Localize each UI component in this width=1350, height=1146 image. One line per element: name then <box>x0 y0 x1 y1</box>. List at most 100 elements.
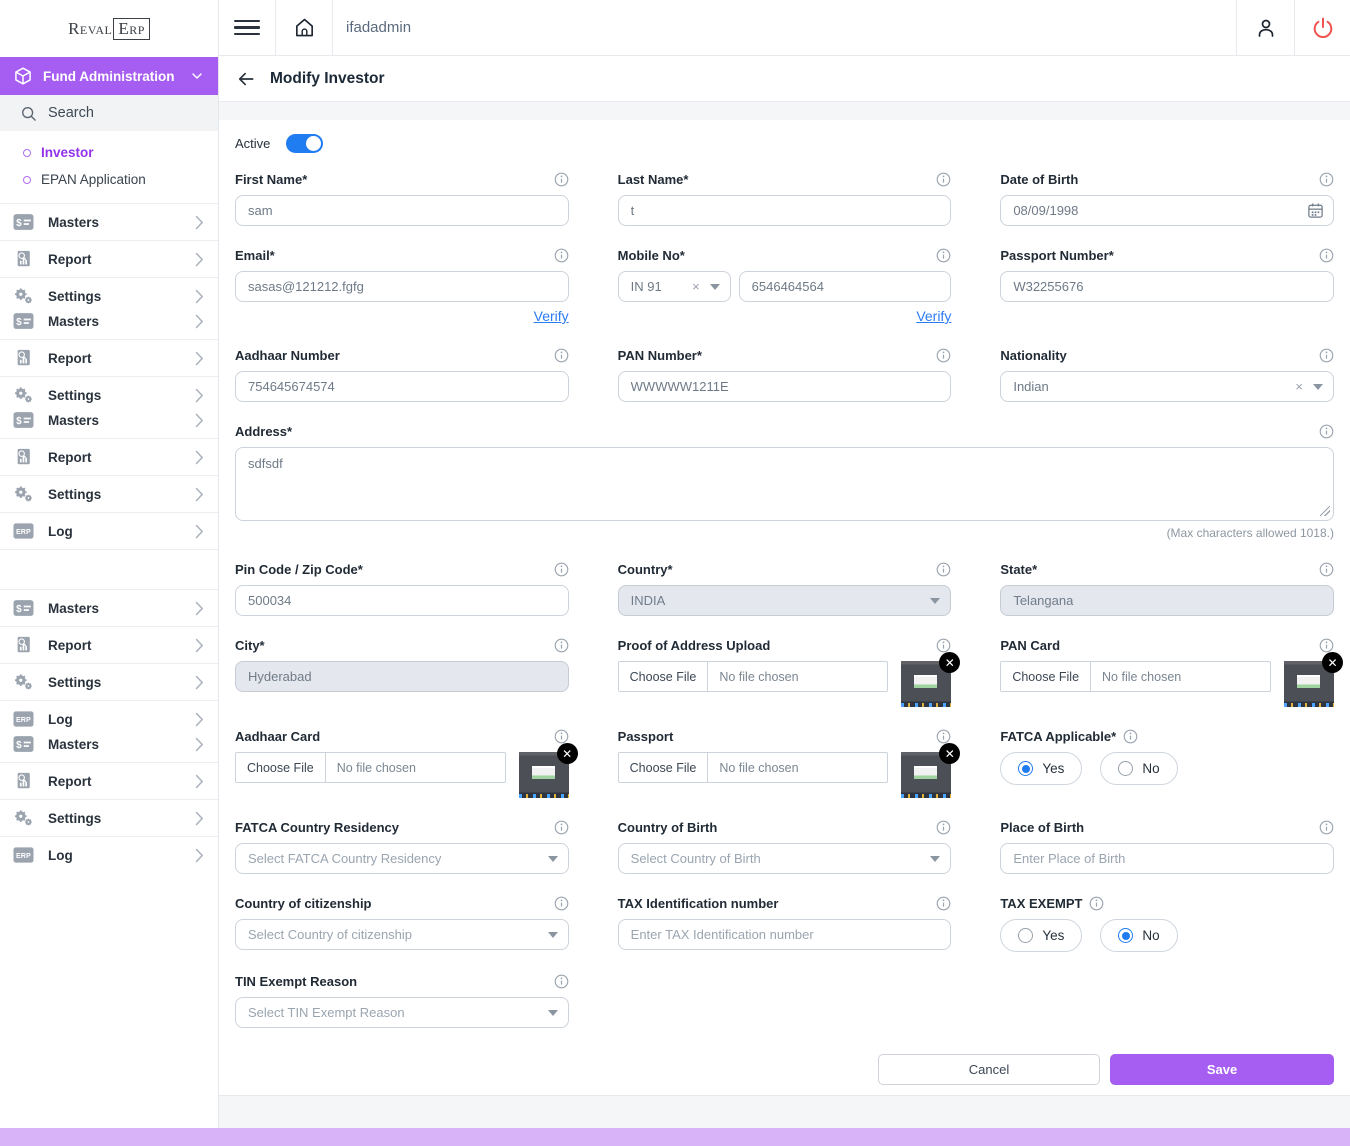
first-name-input[interactable] <box>235 195 569 226</box>
save-button[interactable]: Save <box>1110 1054 1334 1085</box>
sidebar-item-masters[interactable]: Masters <box>13 411 204 429</box>
settings-icon <box>13 809 34 827</box>
sidebar-item-settings[interactable]: Settings <box>13 386 204 404</box>
pan-number-input[interactable] <box>618 371 952 402</box>
chevron-down-icon <box>189 68 205 84</box>
clear-icon[interactable]: × <box>1295 379 1303 394</box>
sidebar-item-settings[interactable]: Settings <box>0 475 218 512</box>
cancel-button[interactable]: Cancel <box>878 1054 1100 1085</box>
sidebar-item-report[interactable]: Report <box>0 240 218 277</box>
pincode-input[interactable] <box>235 585 569 616</box>
passport-file-input[interactable]: Choose File No file chosen <box>618 752 889 783</box>
active-toggle[interactable] <box>286 134 323 153</box>
chevron-right-icon <box>195 601 204 616</box>
fatca-yes-radio[interactable]: Yes <box>1000 752 1082 785</box>
pincode-label: Pin Code / Zip Code* <box>235 562 363 577</box>
logout-button[interactable] <box>1294 0 1350 55</box>
country-of-birth-select[interactable]: Select Country of Birth <box>618 843 952 874</box>
sidebar-item-log[interactable]: Log <box>0 836 218 873</box>
passport-thumbnail[interactable]: ✕ <box>901 752 951 798</box>
remove-file-icon[interactable]: ✕ <box>939 652 960 673</box>
citizenship-select[interactable]: Select Country of citizenship <box>235 919 569 950</box>
sidebar-item-masters[interactable]: Masters <box>13 735 204 753</box>
sidebar-group-settings-masters: Settings Masters <box>0 376 218 438</box>
aadhaar-card-thumbnail[interactable]: ✕ <box>519 752 569 798</box>
home-button[interactable] <box>276 0 333 55</box>
dob-input[interactable] <box>1000 195 1334 226</box>
report-icon <box>13 636 34 654</box>
tax-exempt-yes-radio[interactable]: Yes <box>1000 919 1082 952</box>
address-label: Address* <box>235 424 292 439</box>
tax-exempt-no-radio[interactable]: No <box>1100 919 1177 952</box>
sidebar-item-masters[interactable]: Masters <box>0 589 218 626</box>
back-arrow-icon[interactable] <box>236 69 256 89</box>
mobile-number-input[interactable] <box>739 271 952 302</box>
fatca-country-select[interactable]: Select FATCA Country Residency <box>235 843 569 874</box>
proof-of-address-file-input[interactable]: Choose File No file chosen <box>618 661 889 692</box>
chevron-down-icon <box>1313 384 1323 390</box>
sidebar-item-report[interactable]: Report <box>0 339 218 376</box>
sidebar-item-log[interactable]: Log <box>0 512 218 549</box>
user-profile-button[interactable] <box>1236 0 1294 55</box>
chevron-right-icon <box>195 413 204 428</box>
aadhaar-number-input[interactable] <box>235 371 569 402</box>
calendar-icon[interactable] <box>1307 202 1324 219</box>
report-icon <box>13 250 34 268</box>
field-first-name: First Name* <box>235 171 569 226</box>
sidebar-item-epan-application[interactable]: EPAN Application <box>0 166 218 193</box>
sidebar-item-settings[interactable]: Settings <box>13 287 204 305</box>
aadhaar-number-label: Aadhaar Number <box>235 348 340 363</box>
pan-card-thumbnail[interactable]: ✕ <box>1284 661 1334 707</box>
field-country: Country* INDIA <box>618 561 952 616</box>
sidebar-item-report[interactable]: Report <box>0 438 218 475</box>
sidebar-item-masters[interactable]: Masters <box>0 203 218 240</box>
sidebar-item-report[interactable]: Report <box>0 626 218 663</box>
sidebar-item-report[interactable]: Report <box>0 762 218 799</box>
email-input[interactable] <box>235 271 569 302</box>
topbar: ifadadmin <box>219 0 1350 56</box>
remove-file-icon[interactable]: ✕ <box>1322 652 1343 673</box>
chevron-right-icon <box>195 638 204 653</box>
remove-file-icon[interactable]: ✕ <box>557 743 578 764</box>
info-icon <box>1319 562 1334 577</box>
pan-card-file-input[interactable]: Choose File No file chosen <box>1000 661 1271 692</box>
aadhaar-card-file-input[interactable]: Choose File No file chosen <box>235 752 506 783</box>
settings-icon <box>13 386 34 404</box>
module-selector[interactable]: Fund Administration <box>0 57 218 95</box>
clear-icon[interactable]: × <box>692 279 700 294</box>
sidebar-item-masters[interactable]: Masters <box>13 312 204 330</box>
fatca-no-radio[interactable]: No <box>1100 752 1177 785</box>
passport-number-input[interactable] <box>1000 271 1334 302</box>
sidebar-menu: Masters Report Settings Masters Report S… <box>0 203 218 873</box>
sidebar-item-settings[interactable]: Settings <box>0 799 218 836</box>
remove-file-icon[interactable]: ✕ <box>939 743 960 764</box>
sidebar-item-settings[interactable]: Settings <box>0 663 218 700</box>
country-code-select[interactable]: IN 91 × <box>618 271 731 302</box>
info-icon <box>554 820 569 835</box>
proof-of-address-thumbnail[interactable]: ✕ <box>901 661 951 707</box>
search-icon <box>20 105 37 122</box>
email-verify-link[interactable]: Verify <box>534 308 569 324</box>
sidebar: RevalErp Fund Administration Search Inve… <box>0 0 219 1128</box>
sidebar-item-log[interactable]: Log <box>13 710 204 728</box>
nationality-select[interactable]: Indian × <box>1000 371 1334 402</box>
log-icon <box>13 846 34 864</box>
place-of-birth-input[interactable] <box>1000 843 1334 874</box>
tin-input[interactable] <box>618 919 952 950</box>
hamburger-menu-button[interactable] <box>219 0 276 55</box>
sidebar-search-input[interactable]: Search <box>0 95 218 131</box>
field-citizenship: Country of citizenship Select Country of… <box>235 895 569 952</box>
field-tax-exempt: TAX EXEMPT Yes No <box>1000 895 1334 952</box>
tin-exempt-reason-select[interactable]: Select TIN Exempt Reason <box>235 997 569 1028</box>
fatca-country-label: FATCA Country Residency <box>235 820 399 835</box>
address-textarea[interactable]: sdfsdf <box>235 447 1334 521</box>
info-icon <box>554 562 569 577</box>
field-email: Email* Verify <box>235 247 569 326</box>
field-address: Address* sdfsdf (Max characters allowed … <box>235 423 1334 540</box>
pan-number-label: PAN Number* <box>618 348 702 363</box>
mobile-verify-link[interactable]: Verify <box>916 308 951 324</box>
info-icon <box>936 248 951 263</box>
last-name-input[interactable] <box>618 195 952 226</box>
sidebar-item-investor[interactable]: Investor <box>0 139 218 166</box>
module-label: Fund Administration <box>43 69 179 84</box>
